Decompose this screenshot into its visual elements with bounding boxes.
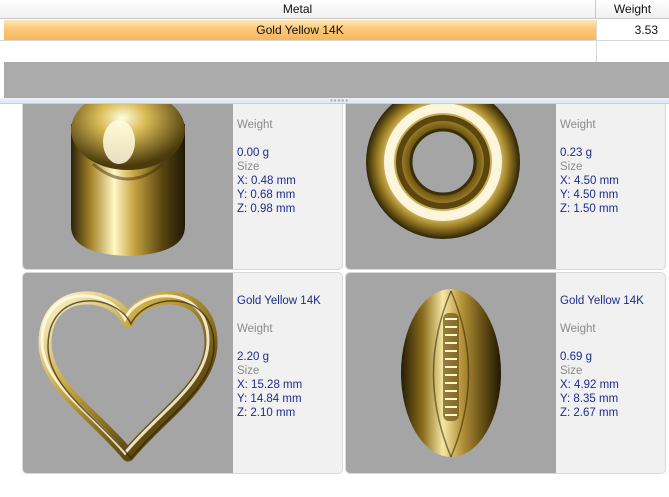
table-row[interactable]: Gold Yellow 14K 3.53	[0, 20, 669, 41]
weight-value: 0.69 g	[560, 351, 592, 363]
size-label: Size	[237, 161, 260, 173]
empty-row	[0, 41, 669, 62]
weight-value: 0.23 g	[560, 147, 592, 159]
size-label: Size	[560, 365, 583, 377]
part-info: Weight 0.00 g Size X: 0.48 mm Y: 0.68 mm…	[237, 104, 341, 269]
size-y: Y: 8.35 mm	[560, 393, 619, 405]
part-card[interactable]: Weight 0.00 g Size X: 0.48 mm Y: 0.68 mm…	[22, 104, 343, 270]
weight-value: 2.20 g	[237, 351, 269, 363]
metal-name: Gold Yellow 14K	[560, 295, 644, 307]
part-card[interactable]: Gold Yellow 14K Weight 0.69 g Size X: 4.…	[345, 272, 666, 474]
part-preview	[346, 273, 556, 473]
football-charm-icon	[401, 289, 501, 458]
metal-grid: Metal Weight Gold Yellow 14K 3.53	[0, 0, 669, 62]
part-preview	[346, 104, 556, 269]
size-x: X: 0.48 mm	[237, 175, 296, 187]
size-z: Z: 1.50 mm	[560, 203, 619, 215]
size-y: Y: 4.50 mm	[560, 189, 619, 201]
barrel-bead-icon	[71, 104, 185, 256]
size-label: Size	[237, 365, 260, 377]
size-y: Y: 0.68 mm	[237, 189, 296, 201]
weight-label: Weight	[237, 323, 273, 335]
column-header-weight[interactable]: Weight	[596, 0, 669, 19]
weight-value: 0.00 g	[237, 147, 269, 159]
metal-cell[interactable]: Gold Yellow 14K	[4, 20, 596, 40]
part-preview	[23, 104, 233, 269]
parts-gallery: Weight 0.00 g Size X: 0.48 mm Y: 0.68 mm…	[0, 104, 669, 497]
size-label: Size	[560, 161, 583, 173]
part-preview	[23, 273, 233, 473]
weight-label: Weight	[560, 119, 596, 131]
part-card[interactable]: Weight 0.23 g Size X: 4.50 mm Y: 4.50 mm…	[345, 104, 666, 270]
column-header-metal[interactable]: Metal	[0, 0, 596, 19]
weight-cell[interactable]: 3.53	[596, 20, 669, 40]
size-z: Z: 2.67 mm	[560, 407, 619, 419]
part-card[interactable]: Gold Yellow 14K Weight 2.20 g Size X: 15…	[22, 272, 343, 474]
size-z: Z: 2.10 mm	[237, 407, 296, 419]
size-z: Z: 0.98 mm	[237, 203, 296, 215]
part-info: Gold Yellow 14K Weight 2.20 g Size X: 15…	[237, 273, 341, 473]
part-info: Gold Yellow 14K Weight 0.69 g Size X: 4.…	[560, 273, 664, 473]
weight-label: Weight	[560, 323, 596, 335]
size-y: Y: 14.84 mm	[237, 393, 302, 405]
donut-ring-icon	[366, 104, 520, 239]
metal-name: Gold Yellow 14K	[237, 295, 321, 307]
weight-label: Weight	[237, 119, 273, 131]
part-info: Weight 0.23 g Size X: 4.50 mm Y: 4.50 mm…	[560, 104, 664, 269]
size-x: X: 4.50 mm	[560, 175, 619, 187]
heart-frame-icon	[38, 291, 218, 462]
size-x: X: 4.92 mm	[560, 379, 619, 391]
grid-empty-area	[4, 62, 669, 98]
size-x: X: 15.28 mm	[237, 379, 303, 391]
